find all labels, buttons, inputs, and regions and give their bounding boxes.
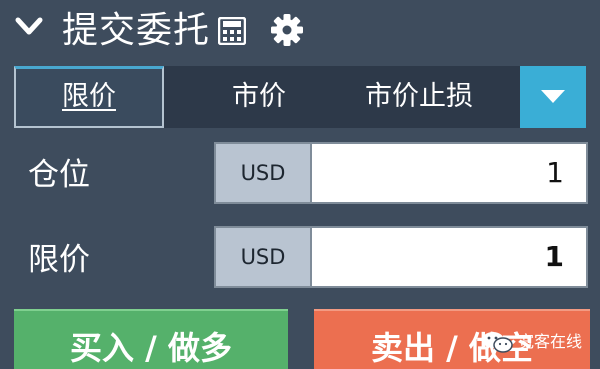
watermark-text: 宽客在线 — [518, 332, 583, 351]
order-type-dropdown-button[interactable] — [520, 66, 586, 128]
limit-price-field: USD — [214, 226, 588, 288]
position-label: 仓位 — [28, 157, 90, 193]
tab-market-stop[interactable]: 市价止损 — [354, 66, 484, 128]
limit-price-input[interactable] — [316, 228, 586, 286]
tab-limit[interactable]: 限价 — [14, 66, 164, 128]
page-title: 提交委托 — [62, 10, 211, 51]
caret-down-icon — [541, 90, 565, 103]
watermark: 宽客在线 — [478, 324, 598, 360]
order-header: 提交委托 — [0, 0, 600, 64]
tab-market[interactable]: 市价 — [204, 66, 314, 128]
limit-price-currency[interactable]: USD — [216, 228, 312, 286]
position-input[interactable] — [316, 144, 586, 202]
chevron-down-icon[interactable] — [14, 15, 44, 39]
position-field: USD — [214, 142, 588, 204]
gear-icon[interactable] — [270, 13, 304, 47]
wechat-icon — [482, 332, 513, 353]
buy-long-button[interactable]: 买入 / 做多 — [14, 309, 288, 369]
position-currency[interactable]: USD — [216, 144, 312, 202]
order-type-tabs: 限价 市价 市价止损 — [14, 66, 586, 128]
calculator-icon[interactable] — [218, 17, 246, 45]
limit-price-label: 限价 — [28, 242, 90, 278]
